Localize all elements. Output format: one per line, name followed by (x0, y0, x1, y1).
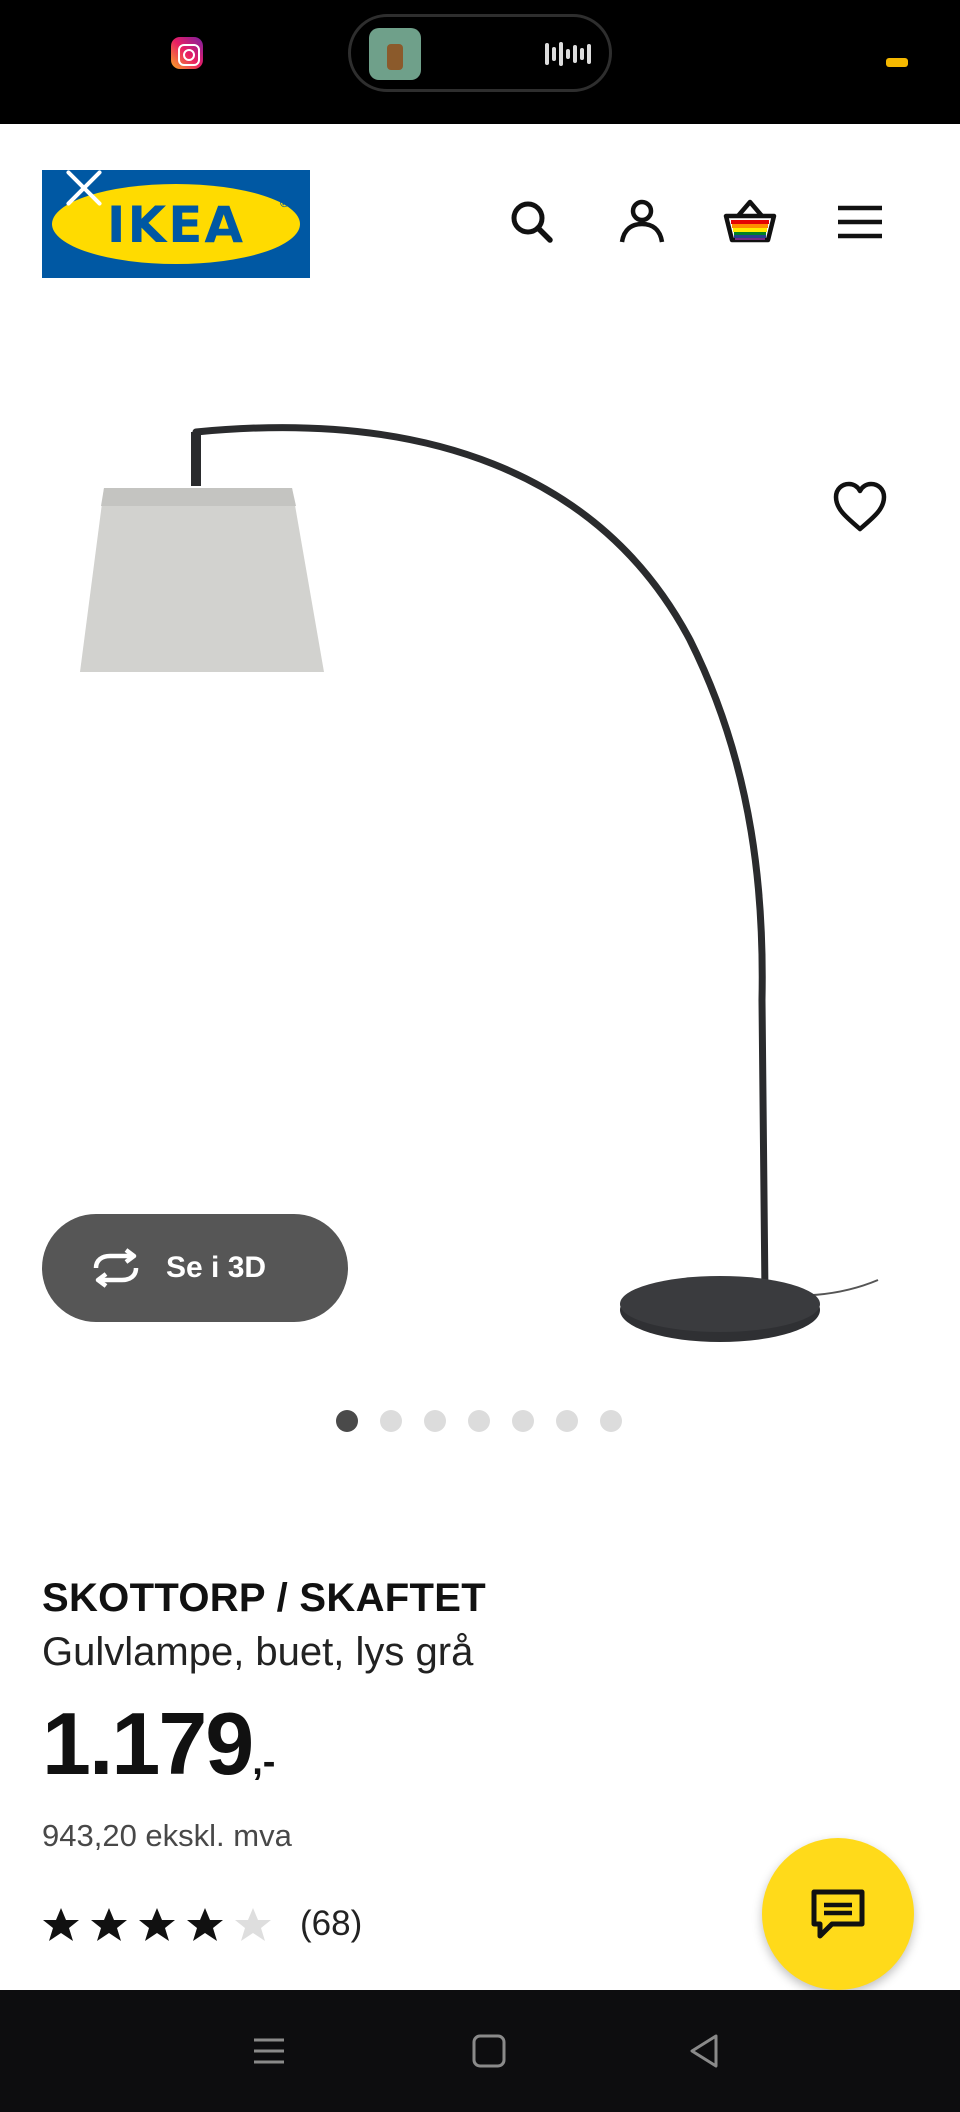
home-icon[interactable] (464, 2026, 514, 2076)
carousel-dot[interactable] (512, 1410, 534, 1432)
carousel-dot[interactable] (468, 1410, 490, 1432)
product-description: Gulvlampe, buet, lys grå (42, 1630, 474, 1674)
star-empty-icon (235, 1908, 271, 1941)
carousel-dot[interactable] (600, 1410, 622, 1432)
system-nav-bar (0, 1990, 960, 2112)
back-icon[interactable] (680, 2026, 730, 2076)
price-excl-vat: 943,20 ekskl. mva (42, 1818, 292, 1853)
search-icon[interactable] (504, 194, 560, 250)
close-icon[interactable] (62, 166, 106, 210)
battery-indicator (886, 58, 908, 67)
audio-waveform-icon (545, 41, 591, 67)
user-icon[interactable] (614, 194, 670, 250)
carousel-dot[interactable] (380, 1410, 402, 1432)
status-bar (0, 0, 960, 124)
recents-icon[interactable] (244, 2026, 294, 2076)
basket-icon[interactable] (722, 194, 778, 250)
dynamic-island[interactable] (348, 14, 612, 92)
carousel-dot[interactable] (556, 1410, 578, 1432)
star-filled-icon (91, 1908, 127, 1941)
view-3d-label: Se i 3D (166, 1251, 267, 1284)
logo-registered-mark: ® (280, 196, 289, 210)
chat-icon (811, 1889, 865, 1939)
rotate-3d-icon (93, 1248, 139, 1288)
star-filled-icon (139, 1908, 175, 1941)
carousel-dot[interactable] (336, 1410, 358, 1432)
instagram-icon[interactable] (171, 37, 203, 69)
product-price: 1.179,- (42, 1696, 275, 1810)
site-header: IKEA ® (0, 124, 960, 324)
price-main: 1.179 (42, 1694, 254, 1793)
star-filled-icon (43, 1908, 79, 1941)
rating-stars[interactable] (42, 1906, 272, 1944)
price-suffix: ,- (252, 1741, 276, 1783)
product-name: SKOTTORP / SKAFTET (42, 1576, 486, 1620)
view-3d-button[interactable]: Se i 3D (42, 1214, 348, 1322)
image-carousel-dots (336, 1410, 622, 1432)
star-filled-icon (187, 1908, 223, 1941)
carousel-dot[interactable] (424, 1410, 446, 1432)
wishlist-heart-icon[interactable] (828, 475, 892, 539)
media-thumbnail (369, 28, 421, 80)
chat-button[interactable] (762, 1838, 914, 1990)
menu-icon[interactable] (832, 194, 888, 250)
review-count[interactable]: (68) (300, 1904, 362, 1944)
